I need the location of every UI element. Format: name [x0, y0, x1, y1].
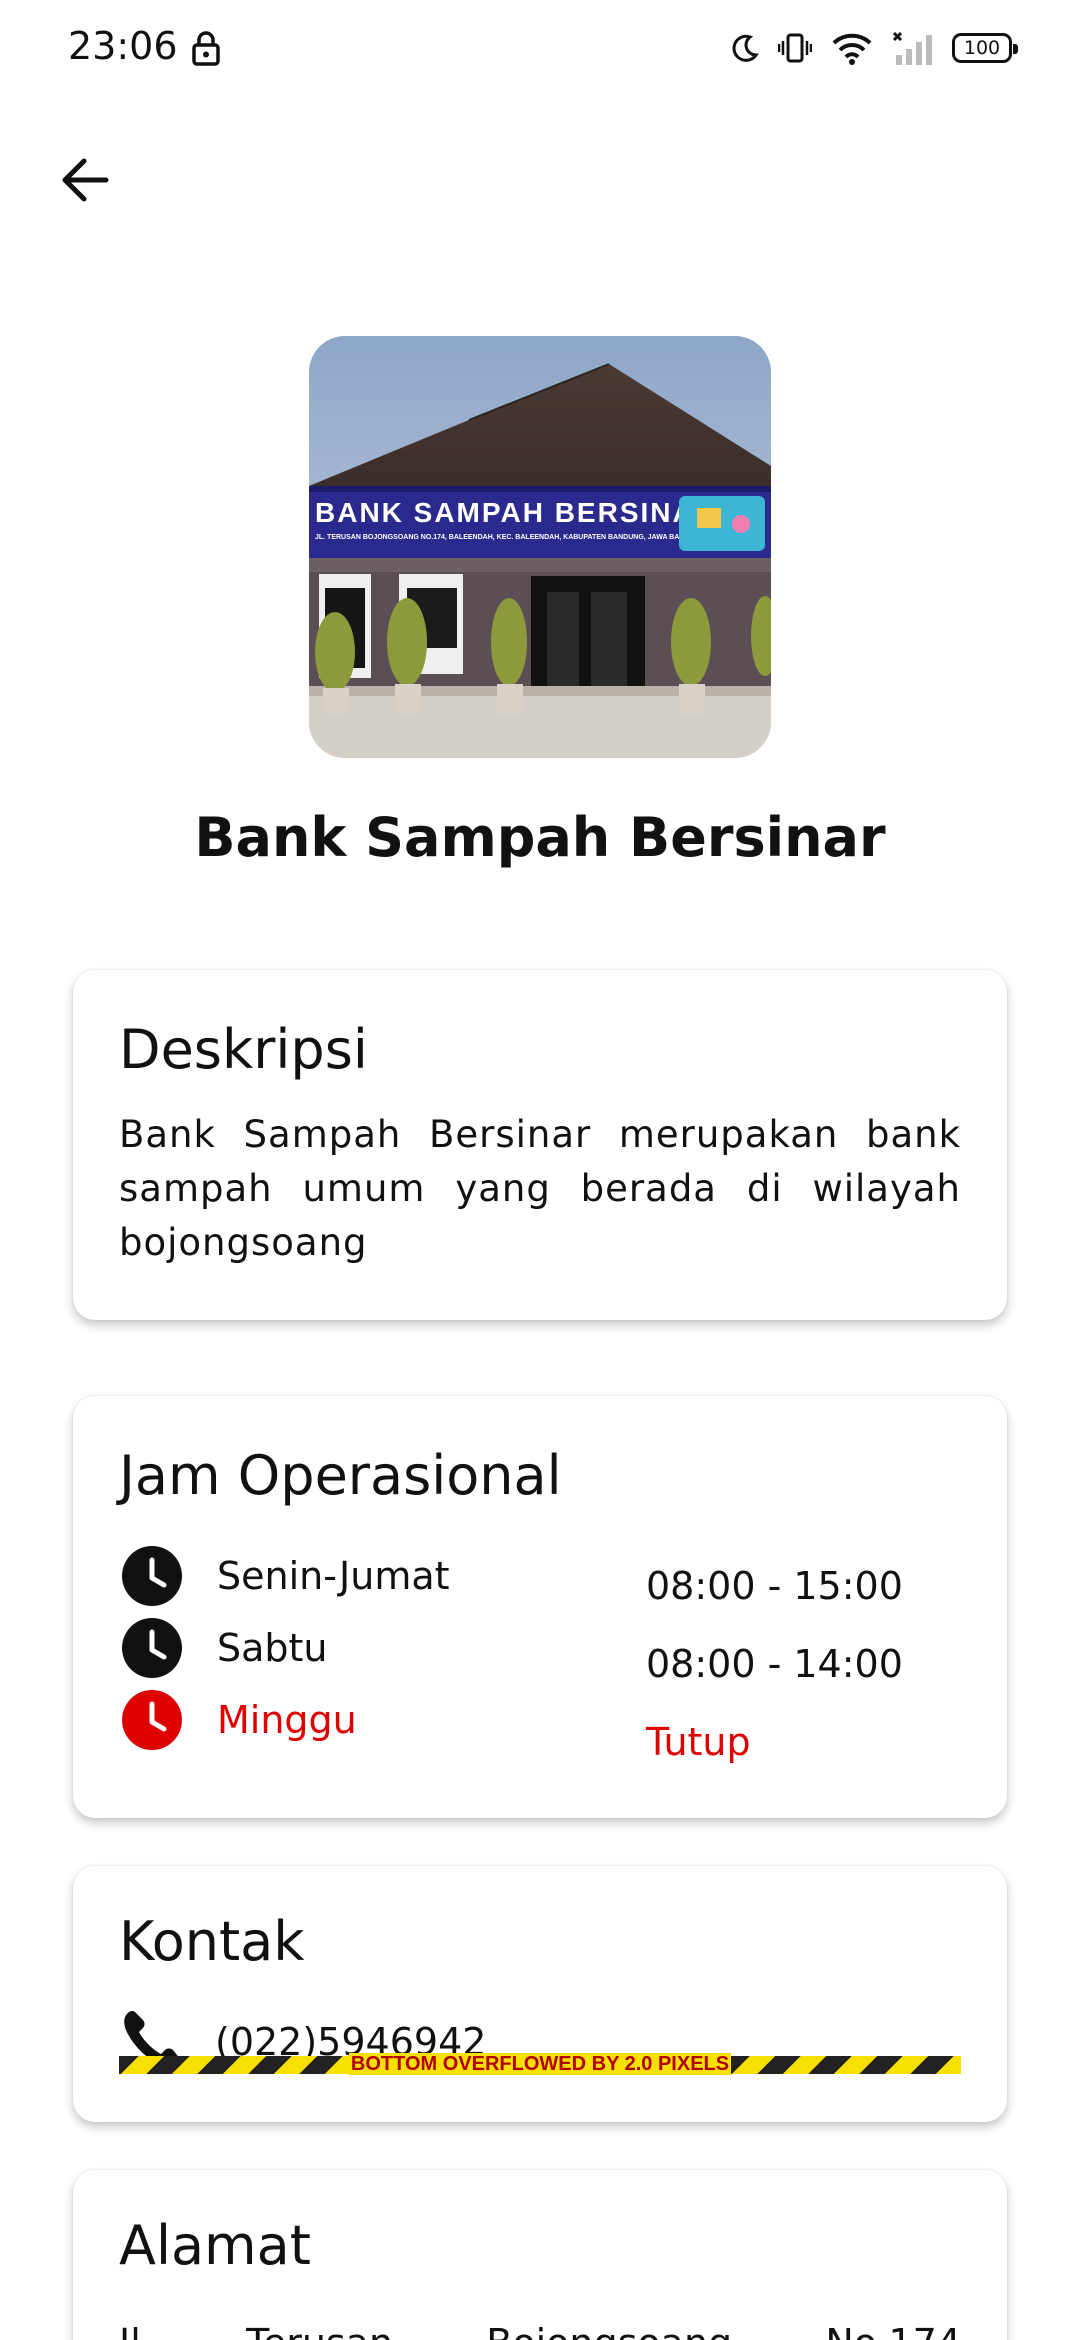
clock-icon: [122, 1690, 182, 1750]
status-time: 23:06: [68, 24, 178, 68]
vibrate-icon: [778, 33, 812, 63]
sign-title: BANK SAMPAH BERSINAR: [315, 497, 717, 528]
address-title: Alamat: [119, 2214, 311, 2277]
overflow-warning-text: BOTTOM OVERFLOWED BY 2.0 PIXELS: [348, 2053, 732, 2075]
day-label: Sabtu: [217, 1626, 328, 1670]
screen: 23:06 100 BANK SAMPAH BERSINAR JL. TERUS…: [0, 0, 1080, 2340]
hours-row: Sabtu: [121, 1616, 328, 1680]
address-card: Alamat Jl. Terusan Bojongsoang No.174: [73, 2170, 1007, 2340]
place-photo: BANK SAMPAH BERSINAR JL. TERUSAN BOJONGS…: [309, 336, 771, 758]
description-card: Deskripsi Bank Sampah Bersinar merupakan…: [73, 970, 1007, 1320]
hours-row: Minggu: [121, 1688, 357, 1752]
arrow-left-icon: [62, 158, 109, 202]
signal-icon: [892, 31, 932, 65]
status-icons: 100: [730, 26, 1018, 70]
address-text: Jl. Terusan Bojongsoang No.174: [119, 2316, 961, 2340]
moon-icon: [732, 34, 759, 62]
battery-icon: 100: [952, 33, 1018, 63]
hours-row: Senin-Jumat: [121, 1544, 450, 1608]
lock-icon: [192, 31, 220, 66]
hours-title: Jam Operasional: [119, 1444, 562, 1507]
day-label: Senin-Jumat: [217, 1554, 450, 1598]
wifi-icon: [832, 33, 872, 65]
status-bar: 23:06 100: [0, 0, 1080, 96]
description-title: Deskripsi: [119, 1018, 368, 1081]
sign-subtitle: JL. TERUSAN BOJONGSOANG NO.174, BALEENDA…: [315, 534, 715, 541]
place-title: Bank Sampah Bersinar: [194, 806, 886, 869]
time-value: 08:00 - 14:00: [646, 1642, 903, 1686]
contact-card: Kontak (022)5946942 BOTTOM OVERFLOWED BY…: [73, 1866, 1007, 2122]
day-label: Minggu: [217, 1698, 357, 1742]
clock-icon: [122, 1546, 182, 1606]
clock-icon: [122, 1618, 182, 1678]
time-value: 08:00 - 15:00: [646, 1564, 903, 1608]
closed-label: Tutup: [646, 1720, 751, 1764]
hours-card: Jam Operasional Senin-Jumat Sabtu Minggu…: [73, 1396, 1007, 1818]
contact-title: Kontak: [119, 1910, 305, 1973]
description-text: Bank Sampah Bersinar merupakan bank samp…: [119, 1113, 961, 1264]
back-button[interactable]: [52, 148, 116, 212]
